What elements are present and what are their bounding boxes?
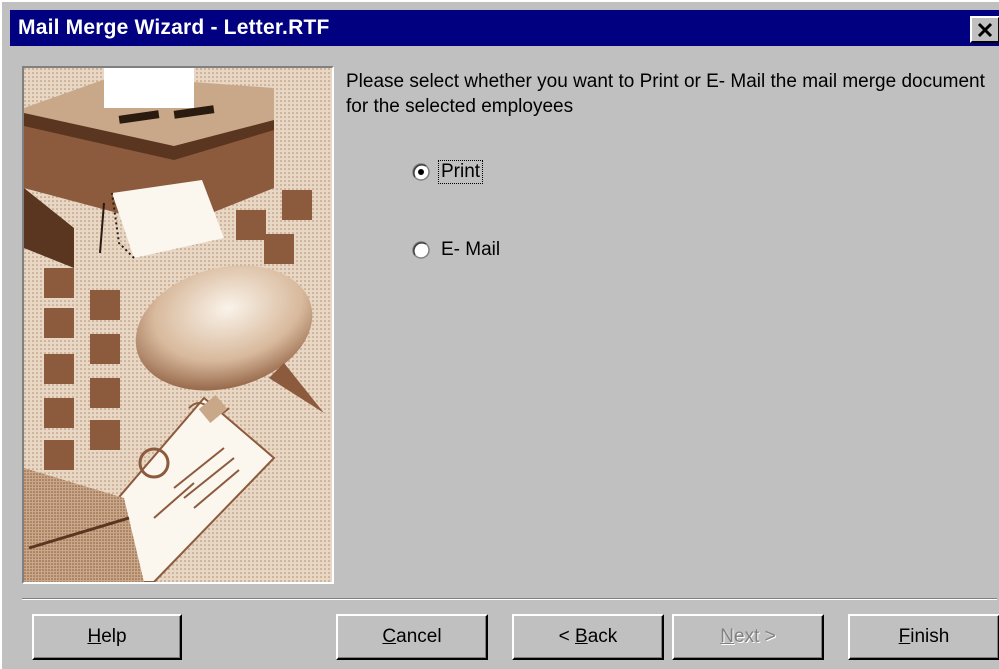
close-button[interactable] (970, 16, 999, 43)
button-divider (22, 598, 997, 600)
cancel-button[interactable]: Cancel (336, 614, 488, 660)
title-bar: Mail Merge Wizard - Letter.RTF (10, 10, 999, 46)
print-label: Print (437, 160, 484, 184)
email-radio-button[interactable] (412, 241, 430, 259)
print-radio-button[interactable] (412, 163, 430, 181)
wizard-illustration (22, 66, 334, 584)
option-email[interactable]: E- Mail (412, 239, 502, 261)
next-button[interactable]: Next > (672, 614, 824, 660)
email-label: E- Mail (441, 239, 501, 260)
instruction-text: Please select whether you want to Print … (346, 71, 985, 117)
finish-button[interactable]: Finish (848, 614, 999, 660)
help-button[interactable]: Help (32, 614, 182, 660)
option-print[interactable]: Print (412, 160, 484, 184)
back-button[interactable]: < Back (512, 614, 664, 660)
mail-merge-wizard-dialog: Mail Merge Wizard - Letter.RTF Please se… (0, 0, 999, 669)
window-title: Mail Merge Wizard - Letter.RTF (18, 16, 330, 39)
